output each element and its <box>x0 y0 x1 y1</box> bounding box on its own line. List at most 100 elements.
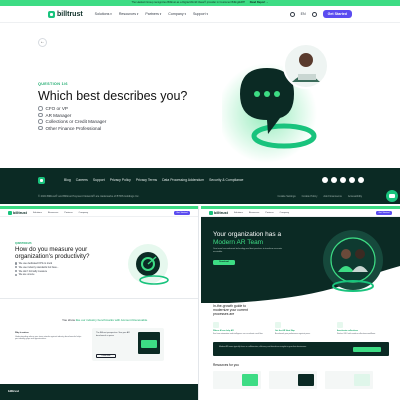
search-icon[interactable] <box>289 11 295 17</box>
language-selector[interactable]: EN <box>301 12 306 16</box>
facebook-icon[interactable] <box>331 177 337 183</box>
option-3[interactable]: We don't formally measure <box>15 270 59 273</box>
nav-item-company[interactable]: Company <box>280 212 289 214</box>
nav-item-company[interactable]: Company <box>168 12 186 16</box>
main-nav: billtrust Solutions Resources Partners C… <box>0 209 198 217</box>
footer-link-privacy-policy[interactable]: Privacy Policy <box>110 178 131 182</box>
resource-card[interactable] <box>269 371 317 389</box>
band-button[interactable] <box>353 346 381 352</box>
youtube-icon[interactable] <box>349 177 355 183</box>
nav-item-company[interactable]: Company <box>79 212 88 214</box>
copyright: © 2024 Billtrust® and Billtrust Payment … <box>38 195 140 198</box>
resource-card[interactable] <box>325 371 373 389</box>
results-title: Your organization has a Modern AR Team <box>213 231 293 246</box>
logo-text: billtrust <box>214 210 228 215</box>
footer-logo[interactable]: billtrust <box>8 389 19 393</box>
option-1[interactable]: We use dedicated KPIs to track <box>15 262 59 265</box>
nav-item-solutions[interactable]: Solutions <box>95 12 112 16</box>
option-cfo[interactable]: CFO or VP <box>38 106 106 111</box>
billtrust-logo[interactable]: billtrust <box>8 210 27 215</box>
footer-link-security[interactable]: Security & Compliance <box>209 178 243 182</box>
option-label: We don't formally measure <box>18 269 48 273</box>
banner-cta-link[interactable]: Read Report → <box>250 1 269 4</box>
billtrust-logo-icon <box>209 210 213 215</box>
cookie-settings-link[interactable]: Cookie Settings <box>278 195 296 198</box>
billtrust-logo[interactable]: billtrust <box>209 210 228 215</box>
radio-icon[interactable] <box>38 125 43 131</box>
nav-item-partners[interactable]: Partners <box>265 212 273 214</box>
title-line-1: Your organization has a <box>213 231 282 238</box>
answer-options: We use dedicated KPIs to track We use in… <box>15 262 59 276</box>
footer-link-dpa[interactable]: Data Processing Addendum <box>162 178 204 182</box>
user-icon[interactable] <box>311 11 317 17</box>
question-title: How do you measure your organization's p… <box>15 246 90 260</box>
question-counter: QUESTION 1/6 <box>38 82 68 86</box>
feature-title[interactable]: Where AI can help AR <box>213 330 269 332</box>
feature-column[interactable]: Get the AR Heat Map Benchmark your perfo… <box>275 322 331 335</box>
main-nav: billtrust Solutions Resources Partners C… <box>0 6 400 23</box>
radio-icon[interactable] <box>38 119 43 124</box>
nav-item-partners[interactable]: Partners <box>145 12 161 16</box>
read-more-button[interactable]: Read more <box>96 354 116 358</box>
radio-icon[interactable] <box>15 269 18 273</box>
billtrust-logo[interactable]: billtrust <box>48 10 83 18</box>
team-illustration <box>323 230 383 292</box>
cookie-policy-link[interactable]: Cookie Policy <box>302 195 318 198</box>
feature-column[interactable]: Where AI can help AR See how automation … <box>213 322 269 335</box>
results-page: billtrust Solutions Resources Partners C… <box>201 206 400 400</box>
option-2[interactable]: We use industry standards but have... <box>15 266 59 269</box>
resource-card[interactable] <box>213 371 261 389</box>
chat-widget-button[interactable] <box>386 190 398 202</box>
get-started-button[interactable]: Get Started <box>375 210 392 215</box>
nav-item-solutions[interactable]: Solutions <box>33 212 42 214</box>
option-ar-manager[interactable]: AR Manager <box>38 113 106 118</box>
option-other[interactable]: Other Finance Professional <box>38 126 106 131</box>
nav-item-resources[interactable]: Resources <box>249 212 259 214</box>
option-collections[interactable]: Collections or Credit Manager <box>38 119 106 124</box>
option-4[interactable]: We are unsure <box>15 273 59 276</box>
info-band: Modern AR teams typically focus on colla… <box>213 342 389 356</box>
info-body: Understanding where your team stands aga… <box>15 335 82 341</box>
arrow-left-icon: ← <box>40 39 45 45</box>
option-label: We use dedicated KPIs to track <box>18 262 53 265</box>
radio-icon[interactable] <box>15 262 18 265</box>
linkedin-icon[interactable] <box>322 177 328 183</box>
finance-link[interactable]: Ask Financeons <box>323 195 341 198</box>
nav-item-support[interactable]: Support <box>193 12 208 16</box>
nav-item-resources[interactable]: Resources <box>119 12 139 16</box>
footer-link-privacy-terms[interactable]: Privacy Terms <box>136 178 157 182</box>
footer-link-blog[interactable]: Blog <box>64 178 71 182</box>
feature-title[interactable]: Accelerate collections <box>337 330 393 332</box>
nav-item-partners[interactable]: Partners <box>64 212 72 214</box>
back-button[interactable]: ← <box>38 38 47 47</box>
radio-icon[interactable] <box>38 112 43 118</box>
footer-link-support[interactable]: Support <box>93 178 105 182</box>
option-label: AR Manager <box>45 112 72 118</box>
footer-link-careers[interactable]: Careers <box>76 178 88 182</box>
nav-item-solutions[interactable]: Solutions <box>234 212 243 214</box>
feature-body: Benchmark your performance against peers… <box>275 332 311 335</box>
radio-icon[interactable] <box>38 106 43 111</box>
billtrust-logo-icon <box>38 177 45 184</box>
get-started-button[interactable]: Get Started <box>173 210 190 215</box>
option-label: Other Finance Professional <box>45 125 102 131</box>
option-label: We are unsure <box>18 273 35 277</box>
feature-column[interactable]: Accelerate collections Reduce DSO with m… <box>337 322 393 335</box>
billtrust-logo-icon <box>8 210 12 215</box>
guide-heading: In-the-growth guide to modernize your cu… <box>213 304 248 316</box>
nav-item-resources[interactable]: Resources <box>48 212 58 214</box>
radio-icon[interactable] <box>15 266 18 269</box>
download-button[interactable]: Download <box>213 260 235 265</box>
accessibility-link[interactable]: Accessibility <box>348 195 362 198</box>
feature-title[interactable]: Get the AR Heat Map <box>275 330 331 332</box>
nav-right: EN Get Started <box>289 10 352 18</box>
feature-columns: Where AI can help AR See how automation … <box>213 322 393 335</box>
x-icon[interactable] <box>340 177 346 183</box>
feature-body: Reduce DSO with modern collections workf… <box>337 332 376 335</box>
instagram-icon[interactable] <box>358 177 364 183</box>
get-started-button[interactable]: Get Started <box>322 10 352 18</box>
question-title: Which best describes you? <box>38 89 188 103</box>
footer-logo[interactable] <box>38 177 45 184</box>
radio-icon[interactable] <box>15 273 18 277</box>
resource-card[interactable]: The Billtrust perspective: See your AR b… <box>92 328 164 361</box>
